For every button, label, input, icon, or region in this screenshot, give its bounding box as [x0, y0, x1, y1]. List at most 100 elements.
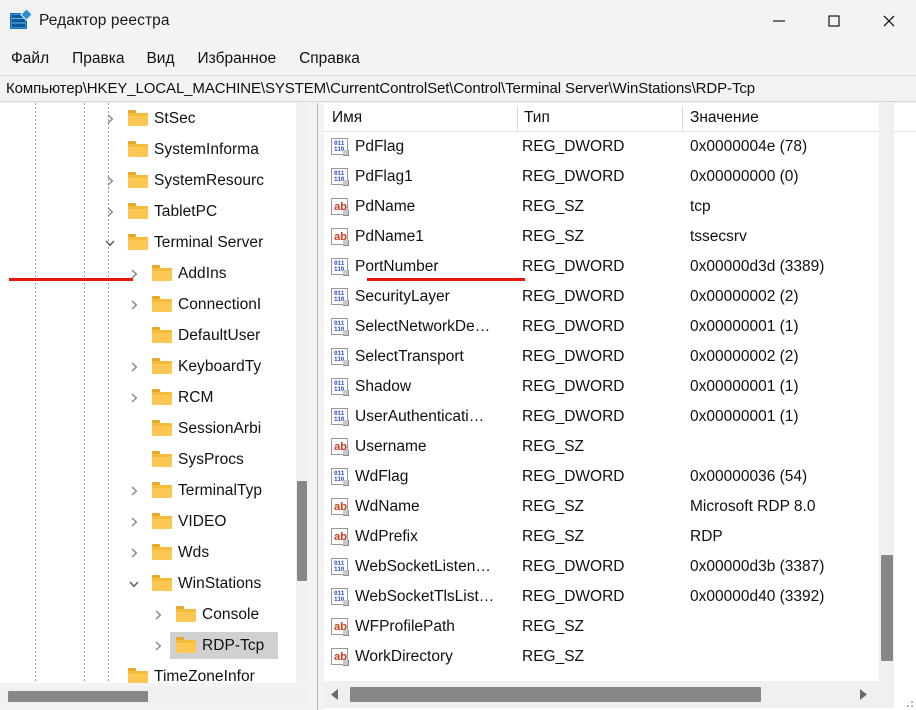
column-header-type[interactable]: Тип: [524, 103, 550, 132]
registry-value-row[interactable]: 011 110 SelectNetworkDe… REG_DWORD 0x0000000…: [324, 312, 916, 342]
maximize-button[interactable]: [806, 0, 861, 42]
chevron-down-icon[interactable]: [126, 576, 142, 592]
tree-item-defaultuser[interactable]: DefaultUser: [0, 320, 308, 351]
value-type: REG_SZ: [522, 438, 585, 455]
tree-item-label: SessionArbi: [178, 419, 262, 437]
registry-value-row[interactable]: 011 110 UserAuthenticati… REG_DWORD 0x000000…: [324, 402, 916, 432]
registry-value-row[interactable]: 011 110 PdFlag REG_DWORD 0x0000004e (78): [324, 132, 916, 162]
tree-item-connectioni[interactable]: ConnectionI: [0, 289, 308, 320]
menu-item-favorites[interactable]: Избранное: [198, 47, 277, 71]
registry-value-row[interactable]: 011 110 Shadow REG_DWORD 0x00000001 (1): [324, 372, 916, 402]
tree-item-wds[interactable]: Wds: [0, 537, 308, 568]
chevron-right-icon[interactable]: [150, 638, 166, 654]
list-horizontal-scroll-thumb[interactable]: [350, 687, 761, 702]
panel-splitter[interactable]: [309, 103, 323, 710]
tree-item-video[interactable]: VIDEO: [0, 506, 308, 537]
tree-item-tabletpc[interactable]: TabletPC: [0, 196, 308, 227]
tree-item-label: RDP-Tcp: [202, 636, 265, 654]
scroll-left-arrow-icon[interactable]: [324, 681, 346, 708]
tree-item-terminal-server[interactable]: Terminal Server: [0, 227, 308, 258]
menu-item-view[interactable]: Вид: [146, 47, 174, 71]
chevron-right-icon[interactable]: [126, 359, 142, 375]
tree-item-label: TabletPC: [154, 202, 218, 220]
registry-value-row[interactable]: ab WdPrefix REG_SZ RDP: [324, 522, 916, 552]
tree-item-sysprocs[interactable]: SysProcs: [0, 444, 308, 475]
reg-dword-icon: 011 110: [331, 348, 350, 366]
chevron-right-icon[interactable]: [102, 111, 118, 127]
value-data: 0x00000036 (54): [690, 468, 808, 485]
tree-vertical-scrollbar[interactable]: [296, 103, 308, 683]
registry-value-row[interactable]: 011 110 WebSocketListen… REG_DWORD 0x00000d3…: [324, 552, 916, 582]
value-type: REG_DWORD: [522, 468, 625, 485]
registry-value-row[interactable]: ab PdName1 REG_SZ tssecsrv: [324, 222, 916, 252]
registry-value-row[interactable]: 011 110 WdFlag REG_DWORD 0x00000036 (54): [324, 462, 916, 492]
registry-tree-panel[interactable]: StSec SystemInforma SystemResourc TabletPC T…: [0, 103, 308, 683]
column-header-value[interactable]: Значение: [690, 103, 759, 132]
value-data: 0x00000002 (2): [690, 288, 799, 305]
chevron-right-icon[interactable]: [126, 545, 142, 561]
reg-sz-icon: ab: [331, 498, 350, 516]
minimize-button[interactable]: [751, 0, 806, 42]
tree-item-label: RCM: [178, 388, 214, 406]
value-name: WdPrefix: [355, 528, 418, 545]
tree-item-addins[interactable]: AddIns: [0, 258, 308, 289]
tree-item-systeminforma[interactable]: SystemInforma: [0, 134, 308, 165]
value-type: REG_DWORD: [522, 138, 625, 155]
close-button[interactable]: [861, 0, 916, 42]
column-divider[interactable]: [517, 106, 518, 130]
value-name: WorkDirectory: [355, 648, 453, 665]
list-horizontal-scrollbar[interactable]: [324, 681, 894, 708]
tree-horizontal-scroll-thumb[interactable]: [8, 691, 148, 702]
chevron-right-icon[interactable]: [102, 204, 118, 220]
registry-value-row[interactable]: ab PdName REG_SZ tcp: [324, 192, 916, 222]
tree-item-timezoneinfor[interactable]: TimeZoneInfor: [0, 661, 308, 683]
chevron-right-icon[interactable]: [150, 607, 166, 623]
tree-item-sessionarbi[interactable]: SessionArbi: [0, 413, 308, 444]
menu-item-edit[interactable]: Правка: [72, 47, 124, 71]
column-divider[interactable]: [682, 106, 683, 130]
list-vertical-scroll-thumb[interactable]: [881, 555, 893, 661]
registry-value-row[interactable]: 011 110 SecurityLayer REG_DWORD 0x00000002 (…: [324, 282, 916, 312]
tree-item-stsec[interactable]: StSec: [0, 103, 308, 134]
column-header-name[interactable]: Имя: [332, 103, 362, 132]
registry-value-row[interactable]: 011 110 SelectTransport REG_DWORD 0x00000002…: [324, 342, 916, 372]
chevron-right-icon[interactable]: [126, 297, 142, 313]
tree-horizontal-scrollbar[interactable]: [0, 687, 308, 705]
tree-item-winstations[interactable]: WinStations: [0, 568, 308, 599]
list-header: Имя Тип Значение: [324, 103, 916, 132]
registry-value-row[interactable]: ab WorkDirectory REG_SZ: [324, 642, 916, 672]
tree-item-label: Console: [202, 605, 260, 623]
reg-dword-icon: 011 110: [331, 468, 350, 486]
value-data: 0x00000d3b (3387): [690, 558, 825, 575]
chevron-right-icon[interactable]: [126, 390, 142, 406]
reg-dword-icon: 011 110: [331, 588, 350, 606]
tree-item-terminaltyp[interactable]: TerminalTyp: [0, 475, 308, 506]
chevron-right-icon[interactable]: [126, 514, 142, 530]
window-resize-grip[interactable]: [903, 697, 913, 707]
folder-icon: [176, 637, 196, 654]
value-data: tssecsrv: [690, 228, 747, 245]
tree-vertical-scroll-thumb[interactable]: [297, 481, 307, 581]
list-vertical-scrollbar[interactable]: [879, 103, 894, 681]
registry-value-row[interactable]: 011 110 WebSocketTlsList… REG_DWORD 0x00000d…: [324, 582, 916, 612]
tree-item-rcm[interactable]: RCM: [0, 382, 308, 413]
registry-value-row[interactable]: 011 110 PdFlag1 REG_DWORD 0x00000000 (0): [324, 162, 916, 192]
chevron-down-icon[interactable]: [102, 235, 118, 251]
folder-icon: [152, 265, 172, 282]
address-bar[interactable]: Компьютер\HKEY_LOCAL_MACHINE\SYSTEM\Curr…: [0, 75, 916, 102]
menu-item-help[interactable]: Справка: [299, 47, 360, 71]
registry-values-panel[interactable]: Имя Тип Значение 011 110 PdFlag REG_DWORD 0x…: [324, 103, 916, 710]
tree-item-systemresourc[interactable]: SystemResourc: [0, 165, 308, 196]
menu-item-file[interactable]: Файл: [11, 47, 49, 71]
chevron-right-icon[interactable]: [102, 173, 118, 189]
registry-value-row[interactable]: ab WdName REG_SZ Microsoft RDP 8.0: [324, 492, 916, 522]
registry-value-row[interactable]: ab WFProfilePath REG_SZ: [324, 612, 916, 642]
reg-sz-icon: ab: [331, 648, 350, 666]
registry-value-row[interactable]: ab Username REG_SZ: [324, 432, 916, 462]
chevron-right-icon[interactable]: [126, 483, 142, 499]
value-type: REG_SZ: [522, 228, 585, 245]
tree-item-console[interactable]: Console: [0, 599, 308, 630]
tree-item-keyboardty[interactable]: KeyboardTy: [0, 351, 308, 382]
tree-item-rdp-tcp[interactable]: RDP-Tcp: [0, 630, 308, 661]
scroll-right-arrow-icon[interactable]: [852, 681, 874, 708]
